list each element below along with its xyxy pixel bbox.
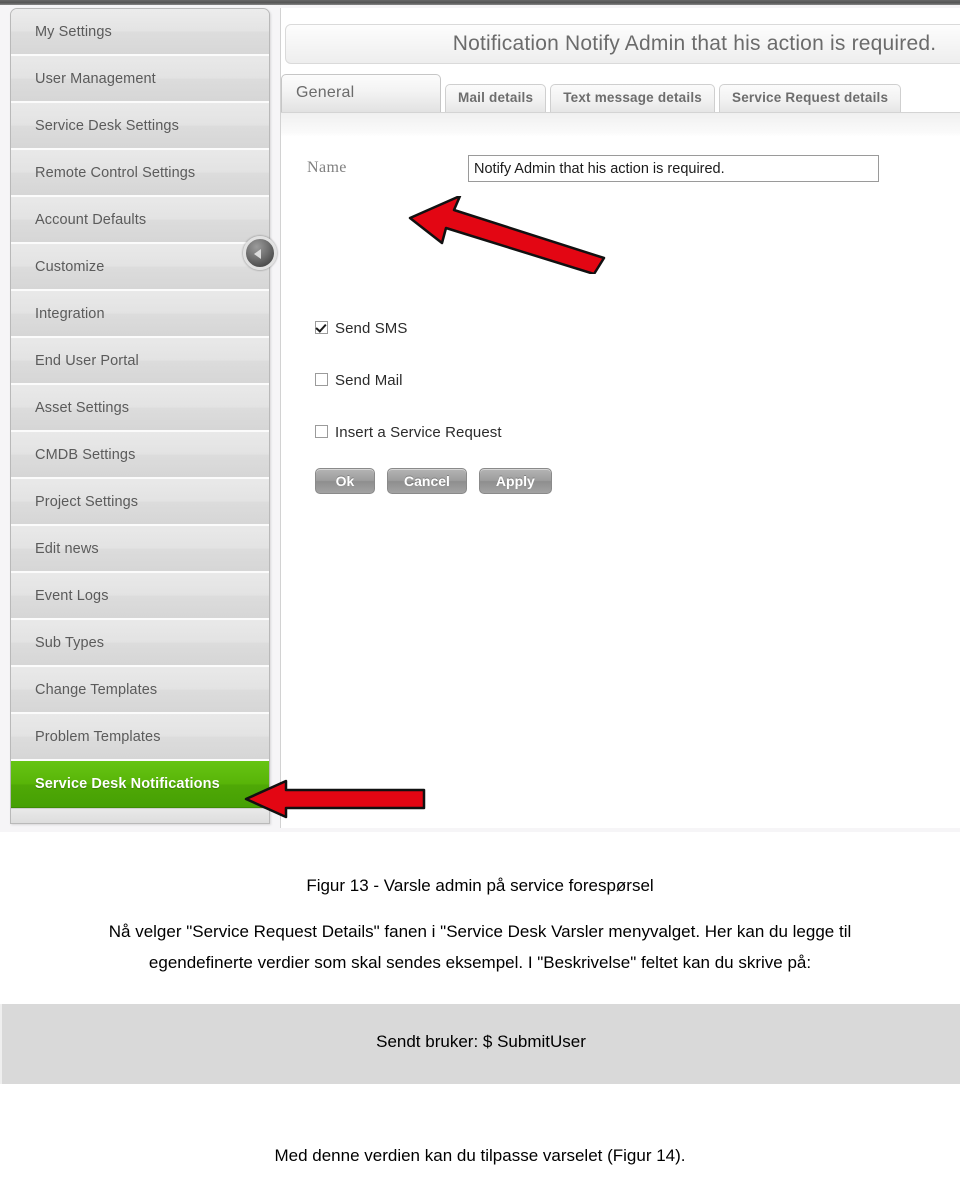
tab-label: Service Request details <box>732 90 889 105</box>
checkbox-row-insert-service-request[interactable]: Insert a Service Request <box>315 424 502 441</box>
sidebar-item-account-defaults[interactable]: Account Defaults <box>11 197 269 244</box>
sidebar-item-end-user-portal[interactable]: End User Portal <box>11 338 269 385</box>
checkbox-unchecked-icon[interactable] <box>315 373 328 386</box>
apply-button[interactable]: Apply <box>478 468 552 494</box>
panel-titlebar: Notification Notify Admin that his actio… <box>285 24 960 64</box>
checkbox-label: Send SMS <box>335 320 408 337</box>
sidebar-item-change-templates[interactable]: Change Templates <box>11 667 269 714</box>
notification-detail-panel: Notification Notify Admin that his actio… <box>280 8 960 828</box>
tab-label: Mail details <box>458 90 534 105</box>
embedded-screenshot: My Settings User Management Service Desk… <box>0 0 960 832</box>
body-paragraph: Nå velger "Service Request Details" fane… <box>108 922 852 972</box>
settings-sidebar: My Settings User Management Service Desk… <box>10 8 270 824</box>
form-action-buttons: Ok Cancel Apply <box>315 468 564 494</box>
document-body: Figur 13 - Varsle admin på service fores… <box>0 832 960 1166</box>
sidebar-item-remote-control-settings[interactable]: Remote Control Settings <box>11 150 269 197</box>
sidebar-item-label: User Management <box>35 71 156 87</box>
checkbox-label: Send Mail <box>335 372 403 389</box>
sidebar-item-label: Project Settings <box>35 494 139 510</box>
sidebar-item-label: Change Templates <box>35 682 158 698</box>
figure-caption: Figur 13 - Varsle admin på service fores… <box>306 876 654 895</box>
sidebar-item-label: Integration <box>35 306 105 322</box>
sidebar-item-label: Service Desk Settings <box>35 118 179 134</box>
tab-bar: General Mail details Text message detail… <box>281 74 960 112</box>
sidebar-item-label: My Settings <box>35 24 112 40</box>
sidebar-item-cmdb-settings[interactable]: CMDB Settings <box>11 432 269 479</box>
sidebar-item-label: CMDB Settings <box>35 447 136 463</box>
sidebar-item-service-desk-notifications[interactable]: Service Desk Notifications <box>11 761 269 808</box>
sidebar-item-customize[interactable]: Customize <box>11 244 269 291</box>
name-label: Name <box>307 159 347 176</box>
tab-panel-general: Name Send SMS Send Mail Insert a Service… <box>281 113 960 828</box>
tab-mail-details[interactable]: Mail details <box>445 84 547 112</box>
sidebar-item-sub-types[interactable]: Sub Types <box>11 620 269 667</box>
tab-label: Text message details <box>563 90 703 105</box>
annotation-arrow-send-sms <box>408 196 606 274</box>
checkbox-checked-icon[interactable] <box>315 321 328 334</box>
annotation-arrow-service-desk-notifications <box>244 779 426 819</box>
sidebar-item-edit-news[interactable]: Edit news <box>11 526 269 573</box>
tab-text-message-details[interactable]: Text message details <box>550 84 716 112</box>
sidebar-item-my-settings[interactable]: My Settings <box>11 9 269 56</box>
sidebar-footer-spacer <box>11 808 269 823</box>
name-input[interactable] <box>468 155 879 182</box>
cancel-button[interactable]: Cancel <box>387 468 467 494</box>
checkbox-label: Insert a Service Request <box>335 424 502 441</box>
sidebar-item-asset-settings[interactable]: Asset Settings <box>11 385 269 432</box>
page-title: Notification Notify Admin that his actio… <box>452 32 937 55</box>
sidebar-item-problem-templates[interactable]: Problem Templates <box>11 714 269 761</box>
closing-paragraph: Med denne verdien kan du tilpasse varsel… <box>274 1146 686 1165</box>
code-snippet-text: Sendt bruker: $ SubmitUser <box>376 1032 586 1051</box>
sidebar-item-event-logs[interactable]: Event Logs <box>11 573 269 620</box>
tab-service-request-details[interactable]: Service Request details <box>719 84 902 112</box>
checkbox-row-send-mail[interactable]: Send Mail <box>315 372 403 389</box>
tab-general[interactable]: General <box>281 74 441 112</box>
sidebar-item-label: Account Defaults <box>35 212 147 228</box>
sidebar-item-integration[interactable]: Integration <box>11 291 269 338</box>
sidebar-item-label: Event Logs <box>35 588 109 604</box>
sidebar-item-label: End User Portal <box>35 353 139 369</box>
sidebar-item-label: Service Desk Notifications <box>35 776 220 792</box>
ok-button[interactable]: Ok <box>315 468 375 494</box>
name-row: Name <box>307 155 879 183</box>
checkbox-row-send-sms[interactable]: Send SMS <box>315 320 408 337</box>
sidebar-item-label: Remote Control Settings <box>35 165 196 181</box>
sidebar-item-label: Customize <box>35 259 105 275</box>
sidebar-item-user-management[interactable]: User Management <box>11 56 269 103</box>
sidebar-item-label: Sub Types <box>35 635 105 651</box>
sidebar-collapse-icon[interactable] <box>243 236 277 270</box>
sidebar-item-service-desk-settings[interactable]: Service Desk Settings <box>11 103 269 150</box>
sidebar-item-project-settings[interactable]: Project Settings <box>11 479 269 526</box>
sidebar-item-label: Problem Templates <box>35 729 161 745</box>
tab-label: General <box>296 84 355 101</box>
code-callout-block: Sendt bruker: $ SubmitUser <box>0 1004 960 1084</box>
tab-panel-top-shading <box>281 113 960 137</box>
sidebar-item-label: Edit news <box>35 541 99 557</box>
checkbox-unchecked-icon[interactable] <box>315 425 328 438</box>
sidebar-item-label: Asset Settings <box>35 400 130 416</box>
